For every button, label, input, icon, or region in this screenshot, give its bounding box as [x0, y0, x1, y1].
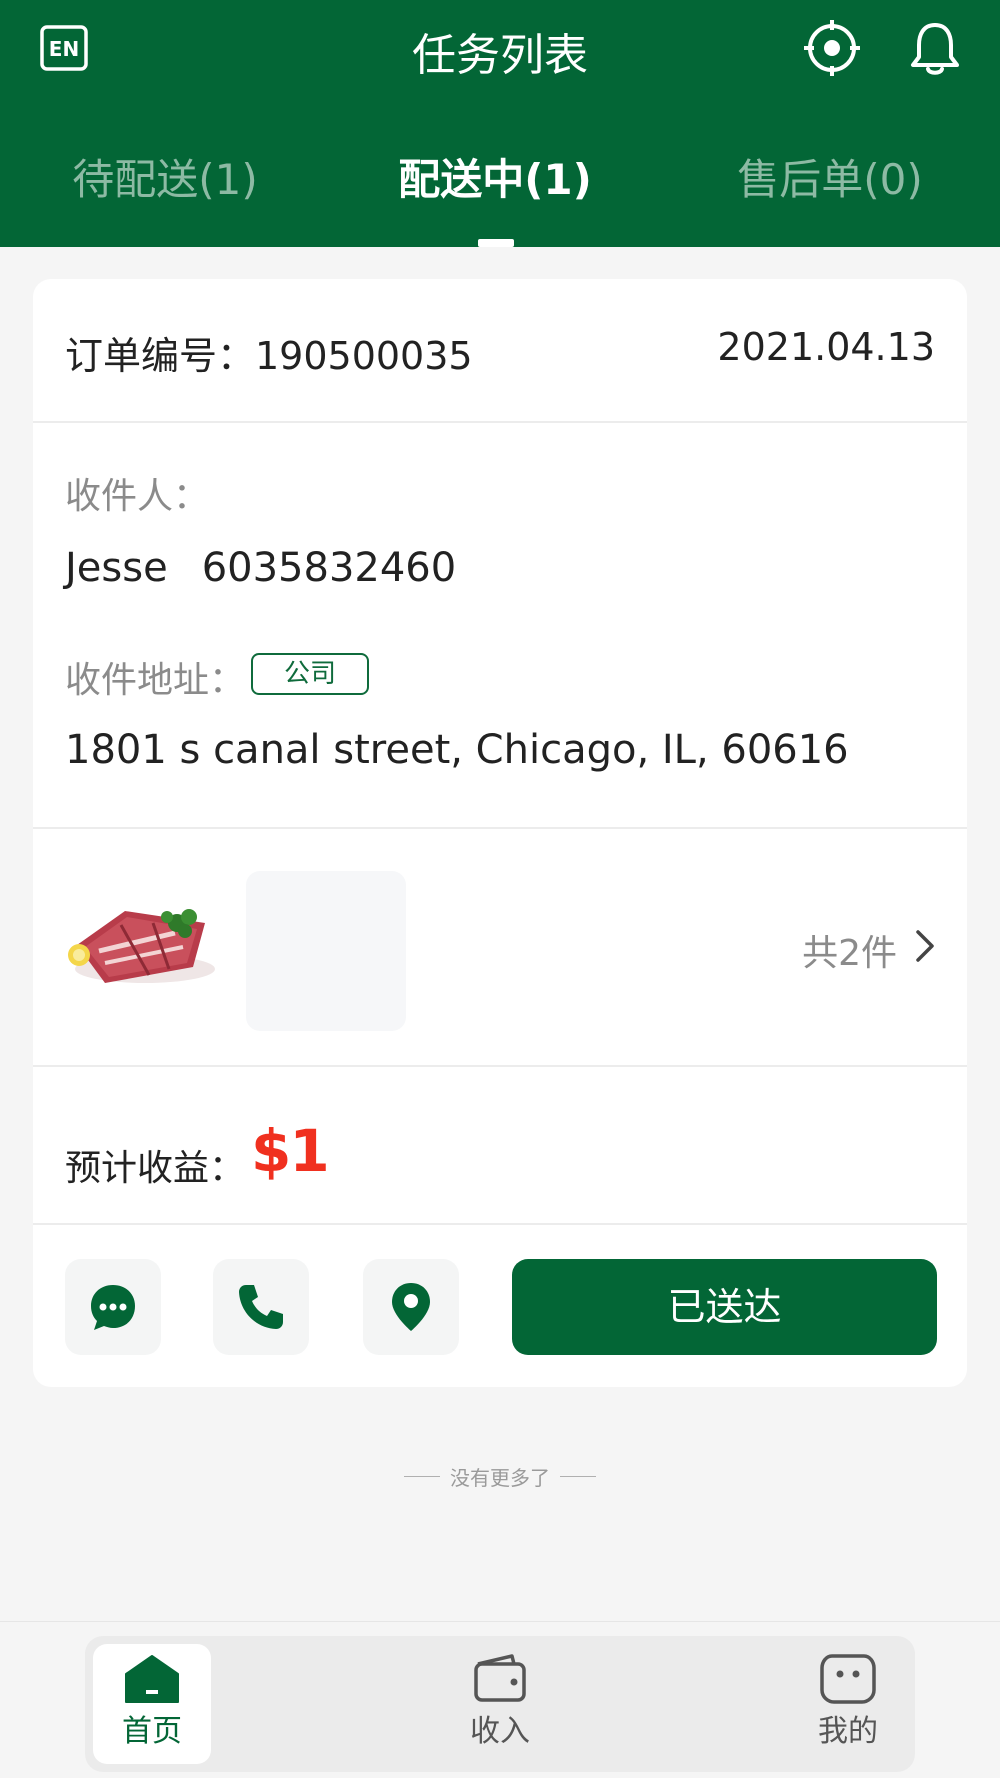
nav-label-home: 首页: [122, 1714, 182, 1749]
active-tab-indicator: [478, 239, 514, 247]
map-pin-icon: [392, 1283, 430, 1331]
no-more-label: 没有更多了: [450, 1466, 550, 1490]
order-date: 2021.04.13: [717, 325, 935, 369]
bottom-nav-container: 首页 收入 我的: [85, 1636, 915, 1772]
divider-line: [560, 1476, 596, 1477]
notifications-button[interactable]: [905, 18, 965, 78]
recipient-label: 收件人：: [65, 476, 210, 517]
address-type-tag: 公司: [251, 653, 369, 695]
mark-delivered-button[interactable]: 已送达: [512, 1259, 937, 1355]
tab-pending[interactable]: 待配送(1): [35, 145, 295, 215]
earnings-label: 预计收益：: [65, 1148, 246, 1189]
order-status-tabs: 待配送(1) 配送中(1) 售后单(0): [0, 145, 1000, 247]
product-thumbnail[interactable]: [65, 871, 225, 1031]
recipient-phone: 6035832460: [201, 545, 457, 591]
home-icon: [125, 1655, 179, 1703]
order-card[interactable]: 订单编号：190500035 2021.04.13 收件人： Jesse 6035…: [33, 279, 967, 1387]
address-label: 收件地址：: [65, 660, 246, 701]
nav-item-income[interactable]: 收入: [441, 1644, 559, 1764]
locate-target-icon: [804, 20, 860, 76]
divider: [33, 1065, 967, 1067]
profile-face-icon: [820, 1654, 876, 1704]
order-number: 订单编号：190500035: [65, 334, 473, 378]
delivery-address: 1801 s canal street, Chicago, IL, 60616: [65, 727, 849, 773]
recipient-info: Jesse 6035832460: [65, 545, 456, 591]
bottom-navigation: 首页 收入 我的: [0, 1621, 1000, 1778]
nav-label-profile: 我的: [818, 1714, 878, 1749]
tab-delivering[interactable]: 配送中(1): [365, 145, 625, 215]
nav-item-profile[interactable]: 我的: [789, 1644, 907, 1764]
locate-button[interactable]: [802, 18, 862, 78]
meat-product-image: [68, 909, 215, 983]
chevron-right-icon: [915, 929, 935, 972]
navigate-button[interactable]: [363, 1259, 459, 1355]
call-button[interactable]: [213, 1259, 309, 1355]
phone-icon: [239, 1285, 283, 1329]
bell-icon: [911, 23, 959, 75]
product-thumbnail-placeholder[interactable]: [246, 871, 406, 1031]
earnings-value: $1: [251, 1117, 330, 1185]
items-total-link[interactable]: 共2件: [802, 924, 935, 976]
nav-item-home[interactable]: 首页: [93, 1644, 211, 1764]
items-total-label: 共2件: [802, 933, 897, 974]
wallet-icon: [474, 1654, 526, 1702]
divider: [33, 421, 967, 423]
no-more-indicator: 没有更多了: [0, 1462, 1000, 1491]
divider: [33, 827, 967, 829]
recipient-name: Jesse: [65, 545, 168, 591]
divider-line: [404, 1476, 440, 1477]
chat-bubble-icon: [91, 1285, 135, 1330]
nav-label-income: 收入: [470, 1714, 530, 1749]
app-header: EN 任务列表 待配送(1) 配送中(1) 售后单(0): [0, 0, 1000, 247]
divider: [33, 1223, 967, 1225]
tab-after-sales[interactable]: 售后单(0): [700, 145, 960, 215]
chat-button[interactable]: [65, 1259, 161, 1355]
